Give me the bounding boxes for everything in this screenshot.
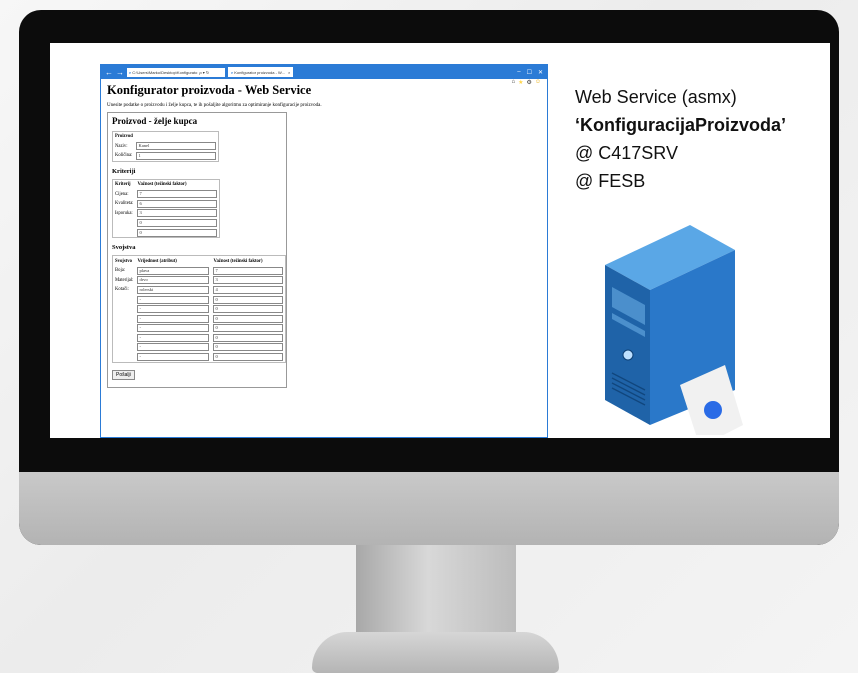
kriterij-label: Isporuka: [115, 210, 133, 216]
vrijednost-col-header: Vrijednost (atribut) [137, 258, 177, 264]
svojstvo-attr-input[interactable]: drvo [137, 276, 210, 285]
home-icon[interactable]: ⌂ [511, 79, 515, 86]
gear-icon[interactable]: ⚙ [526, 79, 531, 86]
monitor: ← → e C:\Users\Marko\Desktop\Konfigurato… [19, 10, 839, 545]
svojstvo-label [113, 324, 136, 334]
monitor-chin [19, 472, 839, 545]
back-arrow-icon[interactable]: ← [105, 68, 113, 77]
page-content: Konfigurator proizvoda - Web Service Une… [101, 79, 547, 390]
vaznost-col-header: Važnost (težinski faktor) [137, 182, 187, 188]
address-text: C:\Users\Marko\Desktop\Konfigurato [132, 69, 198, 75]
svojstvo-weight-input[interactable]: 4 [213, 285, 284, 294]
browser-titlebar: ← → e C:\Users\Marko\Desktop\Konfigurato… [101, 65, 547, 79]
minimize-button[interactable]: – [517, 69, 520, 76]
ie-logo-icon: e [129, 69, 132, 75]
kriterij-weight-input[interactable]: 7 [137, 190, 218, 199]
kolicina-input[interactable]: 1 [136, 151, 217, 160]
svojstvo-attr-input[interactable]: rolerski [137, 285, 210, 294]
kriterij-label: Cijena: [115, 191, 129, 197]
svojstvo-label [113, 333, 136, 343]
kriterij-weight-input[interactable]: 0 [137, 218, 218, 227]
browser-tab[interactable]: e Konfigurator proizvoda - W... × [228, 67, 294, 77]
maximize-button[interactable]: ☐ [527, 69, 532, 76]
tab-title: Konfigurator proizvoda - W... [234, 69, 285, 75]
ws-line-name: ‘KonfiguracijaProizvoda’ [575, 115, 787, 135]
monitor-stand-neck [356, 545, 516, 640]
web-service-info: Web Service (asmx) ‘KonfiguracijaProizvo… [575, 83, 786, 195]
address-bar[interactable]: e C:\Users\Marko\Desktop\Konfigurato ρ ▾… [127, 67, 225, 77]
address-controls[interactable]: ρ ▾ ↻ [199, 70, 209, 75]
naziv-input[interactable]: Kanel [136, 142, 217, 151]
submit-button[interactable]: Pošalji [112, 369, 135, 380]
svojstvo-attr-input[interactable]: - [137, 314, 210, 323]
close-button[interactable]: ✕ [538, 69, 543, 76]
ws-line-type: Web Service (asmx) [575, 87, 737, 107]
svojstvo-label [113, 314, 136, 324]
svojstvo-attr-input[interactable]: - [137, 295, 210, 304]
monitor-stand-base [312, 632, 559, 673]
window-controls: – ☐ ✕ [517, 69, 543, 76]
svojstvo-attr-input[interactable]: plava [137, 266, 210, 275]
kriterij-weight-input[interactable]: 6 [137, 199, 218, 208]
kriteriji-table: Kriterij Važnost (težinski faktor) Cijen… [112, 178, 221, 239]
page-intro: Unesite podatke o proizvodu i želje kupc… [107, 103, 322, 108]
ws-line-org: @ FESB [575, 171, 646, 191]
forward-arrow-icon[interactable]: → [116, 68, 124, 77]
card-title: Proizvod - želje kupca [112, 116, 198, 126]
ws-line-host: @ C417SRV [575, 143, 678, 163]
kolicina-label: Količina: [115, 153, 133, 159]
kriterij-col-header: Kriterij [115, 182, 131, 188]
svojstvo-attr-input[interactable]: - [137, 305, 210, 314]
kriterij-label [113, 228, 136, 238]
svojstvo-attr-input[interactable]: - [137, 324, 210, 333]
svojstvo-label: Boja: [115, 268, 126, 274]
vaznost-col-header: Važnost (težinski faktor) [213, 258, 263, 264]
smiley-icon[interactable]: ☺ [535, 79, 541, 86]
svojstvo-attr-input[interactable]: - [137, 353, 210, 362]
kriterij-label: Kvaliteta: [115, 201, 134, 207]
svojstvo-weight-input[interactable]: 0 [213, 353, 284, 362]
monitor-screen: ← → e C:\Users\Marko\Desktop\Konfigurato… [50, 43, 830, 438]
svojstvo-weight-input[interactable]: 0 [213, 314, 284, 323]
svojstva-title: Svojstva [112, 244, 136, 252]
svojstvo-label [113, 295, 136, 305]
proizvod-header: Proizvod [115, 134, 133, 140]
svojstvo-label [113, 343, 136, 353]
close-tab-icon[interactable]: × [288, 70, 290, 75]
svojstvo-weight-input[interactable]: 3 [213, 276, 284, 285]
svojstvo-weight-input[interactable]: 0 [213, 333, 284, 342]
svojstvo-weight-input[interactable]: 7 [213, 266, 284, 275]
svojstvo-label [113, 352, 136, 362]
page-title: Konfigurator proizvoda - Web Service [107, 83, 312, 97]
ie-logo-icon: e [231, 69, 234, 75]
browser-window: ← → e C:\Users\Marko\Desktop\Konfigurato… [100, 64, 548, 438]
svojstvo-label: Materijal: [115, 277, 134, 283]
kriteriji-title: Kriteriji [112, 167, 136, 175]
naziv-label: Naziv: [115, 143, 128, 149]
svojstvo-label [113, 304, 136, 314]
config-card: Proizvod - želje kupca Proizvod Naziv: K… [107, 112, 287, 388]
svojstvo-col-header: Svojstvo [115, 258, 132, 264]
svojstva-table: Svojstvo Vrijednost (atribut) Važnost (t… [112, 255, 287, 363]
kriterij-label [113, 218, 136, 228]
svojstvo-attr-input[interactable]: - [137, 333, 210, 342]
svojstvo-attr-input[interactable]: - [137, 343, 210, 352]
svojstvo-weight-input[interactable]: 0 [213, 305, 284, 314]
svojstvo-weight-input[interactable]: 0 [213, 324, 284, 333]
star-icon[interactable]: ★ [518, 79, 523, 86]
svojstvo-weight-input[interactable]: 0 [213, 295, 284, 304]
svojstvo-weight-input[interactable]: 0 [213, 343, 284, 352]
kriterij-weight-input[interactable]: 0 [137, 228, 218, 237]
server-icon [605, 225, 743, 435]
svojstvo-label: Kotači: [115, 287, 129, 293]
kriterij-weight-input[interactable]: 3 [137, 209, 218, 218]
proizvod-table: Proizvod Naziv: Kanel Količina: 1 [112, 131, 220, 162]
